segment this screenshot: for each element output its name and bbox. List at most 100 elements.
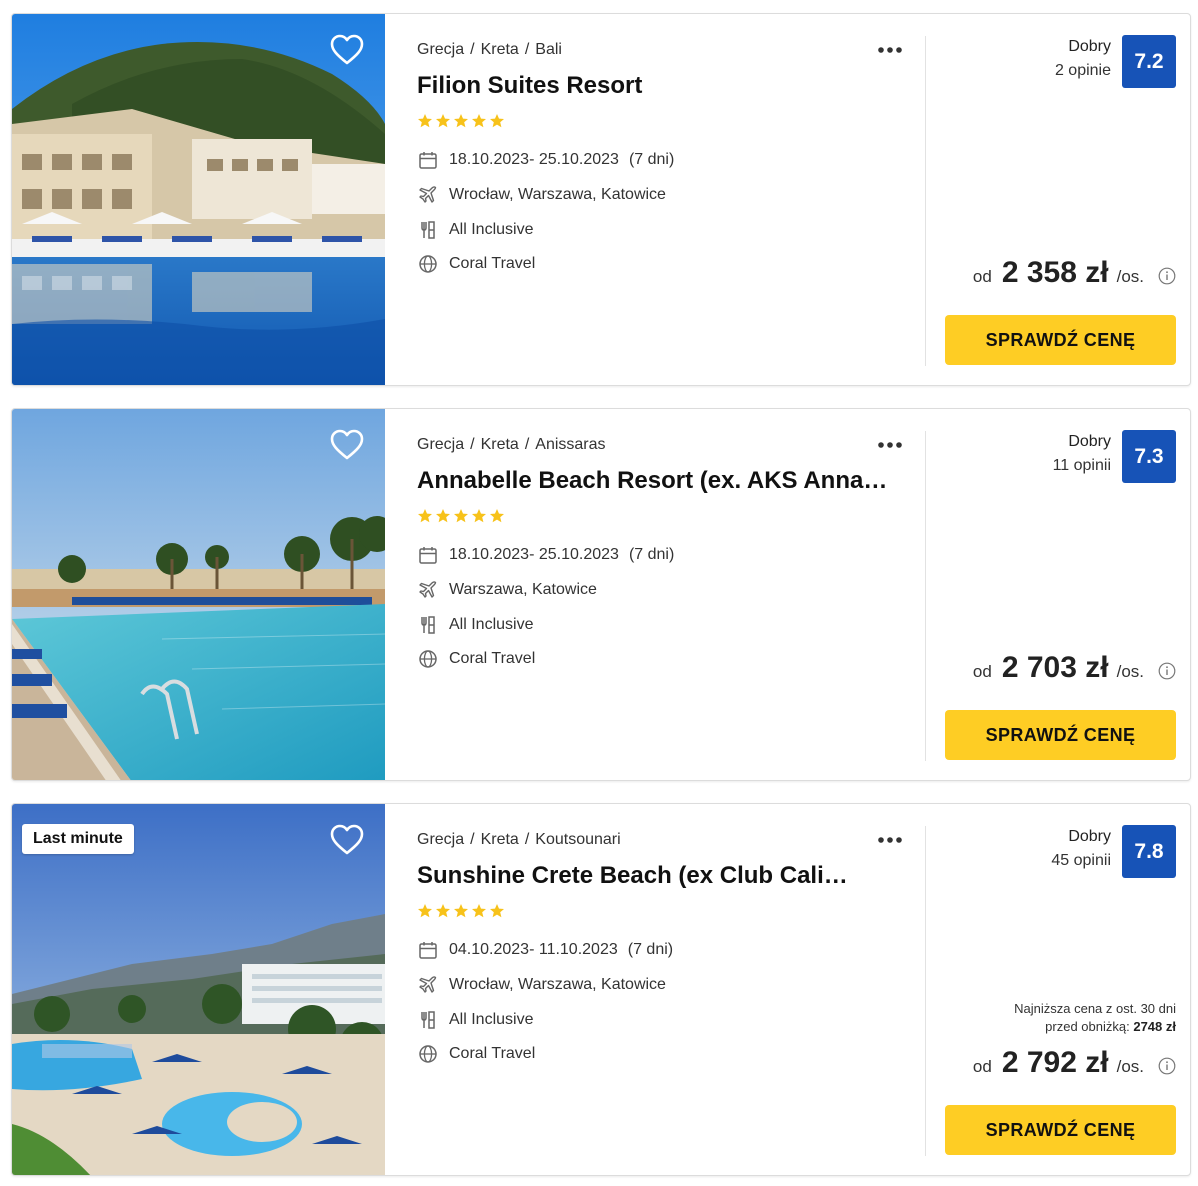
tour-operator: Coral Travel: [449, 650, 536, 667]
lowest-price-label: przed obniżką:: [1045, 1019, 1130, 1034]
star-icon: [418, 904, 432, 918]
more-dots-icon: [878, 837, 902, 843]
star-icon: [418, 509, 432, 523]
info-icon[interactable]: [1158, 1057, 1176, 1075]
breadcrumb-country[interactable]: Grecja: [417, 831, 464, 848]
hotel-name-link[interactable]: Annabelle Beach Resort (ex. AKS Annabell…: [417, 467, 892, 495]
hotel-photo-annabelle: [12, 409, 385, 780]
star-icon: [454, 114, 468, 128]
reviews-count-link[interactable]: 2 opinie: [1055, 62, 1111, 80]
operator-row: Coral Travel: [417, 647, 535, 671]
departure-cities: Wrocław, Warszawa, Katowice: [449, 976, 666, 993]
departure-row: Wrocław, Warszawa, Katowice: [417, 183, 666, 207]
price-prefix: od: [972, 662, 992, 681]
offer-card[interactable]: Grecja / Kreta / Bali Filion Suites Resort 1…: [11, 13, 1191, 386]
globe-icon: [417, 1043, 439, 1065]
favorite-heart-icon[interactable]: [330, 429, 364, 461]
hotel-name-link[interactable]: Sunshine Crete Beach (ex Club Calimera S…: [417, 862, 867, 890]
star-icon: [436, 114, 450, 128]
breadcrumb: Grecja / Kreta / Bali: [417, 41, 562, 59]
more-options-button[interactable]: [876, 40, 906, 60]
star-icon: [490, 904, 504, 918]
star-icon: [454, 904, 468, 918]
calendar-icon: [417, 939, 439, 961]
trip-duration: (7 dni): [627, 941, 674, 958]
departure-cities: Warszawa, Katowice: [449, 581, 597, 598]
departure-row: Wrocław, Warszawa, Katowice: [417, 973, 666, 997]
breadcrumb-region[interactable]: Kreta: [481, 41, 519, 58]
breadcrumb-city[interactable]: Anissaras: [535, 436, 605, 453]
globe-icon: [417, 648, 439, 670]
star-icon: [472, 114, 486, 128]
hotel-photo[interactable]: [12, 14, 385, 385]
breadcrumb-country[interactable]: Grecja: [417, 436, 464, 453]
travel-dates: 04.10.2023- 11.10.2023: [449, 941, 618, 958]
breadcrumb-country[interactable]: Grecja: [417, 41, 464, 58]
travel-dates: 18.10.2023- 25.10.2023: [449, 151, 619, 168]
offer-card[interactable]: Last minute Grecja / Kreta / Koutsounari Sun…: [11, 803, 1191, 1176]
hotel-photo[interactable]: Last minute: [12, 804, 385, 1175]
more-options-button[interactable]: [876, 435, 906, 455]
hotel-name-link[interactable]: Filion Suites Resort: [417, 72, 892, 100]
breadcrumb-separator: /: [524, 831, 530, 848]
favorite-heart-icon[interactable]: [330, 824, 364, 856]
lowest-price-text: przed obniżką: 2748 zł: [1014, 1018, 1176, 1036]
breadcrumb-region[interactable]: Kreta: [481, 831, 519, 848]
hotel-photo[interactable]: [12, 409, 385, 780]
rating-score-badge: 7.2: [1122, 35, 1176, 88]
breadcrumb-city[interactable]: Koutsounari: [535, 831, 620, 848]
more-dots-icon: [878, 442, 902, 448]
rating-score-badge: 7.8: [1122, 825, 1176, 878]
breadcrumb-city[interactable]: Bali: [535, 41, 562, 58]
board-type: All Inclusive: [449, 221, 534, 238]
trip-duration: (7 dni): [628, 546, 675, 563]
date-row: 18.10.2023- 25.10.2023 (7 dni): [417, 148, 674, 172]
lowest-price-note: Najniższa cena z ost. 30 dni przed obniż…: [1014, 1000, 1176, 1036]
operator-row: Coral Travel: [417, 1042, 535, 1066]
info-icon[interactable]: [1158, 662, 1176, 680]
offer-card[interactable]: Grecja / Kreta / Anissaras Annabelle Beach R…: [11, 408, 1191, 781]
favorite-heart-icon[interactable]: [330, 34, 364, 66]
travel-dates: 18.10.2023- 25.10.2023: [449, 546, 619, 563]
price-amount: 2 703 zł: [1001, 651, 1109, 684]
star-rating: [417, 113, 505, 129]
calendar-icon: [417, 149, 439, 171]
tour-operator: Coral Travel: [449, 1045, 536, 1062]
tour-operator: Coral Travel: [449, 255, 536, 272]
breadcrumb-separator: /: [524, 41, 530, 58]
price-block: od 2 703 zł /os.: [973, 651, 1176, 691]
board-type: All Inclusive: [449, 616, 534, 633]
date-row: 18.10.2023- 25.10.2023 (7 dni): [417, 543, 674, 567]
info-icon[interactable]: [1158, 267, 1176, 285]
price-amount: 2 792 zł: [1001, 1046, 1109, 1079]
star-icon: [472, 904, 486, 918]
cutlery-icon: [417, 614, 439, 636]
star-icon: [436, 904, 450, 918]
price-unit: /os.: [1116, 267, 1144, 286]
cutlery-icon: [417, 219, 439, 241]
rating-label: Dobry: [1068, 433, 1111, 450]
calendar-icon: [417, 544, 439, 566]
lowest-price-value: 2748 zł: [1133, 1019, 1176, 1034]
plane-icon: [417, 579, 439, 601]
more-options-button[interactable]: [876, 830, 906, 850]
star-icon: [436, 509, 450, 523]
breadcrumb: Grecja / Kreta / Koutsounari: [417, 831, 621, 849]
price-amount: 2 358 zł: [1001, 256, 1109, 289]
departure-row: Warszawa, Katowice: [417, 578, 597, 602]
price-prefix: od: [972, 267, 992, 286]
plane-icon: [417, 184, 439, 206]
lowest-price-text: Najniższa cena z ost. 30 dni: [1014, 1001, 1176, 1016]
check-price-button[interactable]: SPRAWDŹ CENĘ: [945, 315, 1176, 365]
check-price-button[interactable]: SPRAWDŹ CENĘ: [945, 710, 1176, 760]
reviews-count-link[interactable]: 45 opinii: [1051, 852, 1111, 870]
hotel-photo-sunshine: [12, 804, 385, 1175]
star-rating: [417, 508, 505, 524]
breadcrumb-region[interactable]: Kreta: [481, 436, 519, 453]
check-price-button[interactable]: SPRAWDŹ CENĘ: [945, 1105, 1176, 1155]
reviews-count-link[interactable]: 11 opinii: [1053, 457, 1111, 475]
rating-label: Dobry: [1068, 828, 1111, 845]
price-block: od 2 358 zł /os.: [973, 256, 1176, 296]
breadcrumb-separator: /: [470, 436, 475, 453]
trip-duration: (7 dni): [628, 151, 675, 168]
